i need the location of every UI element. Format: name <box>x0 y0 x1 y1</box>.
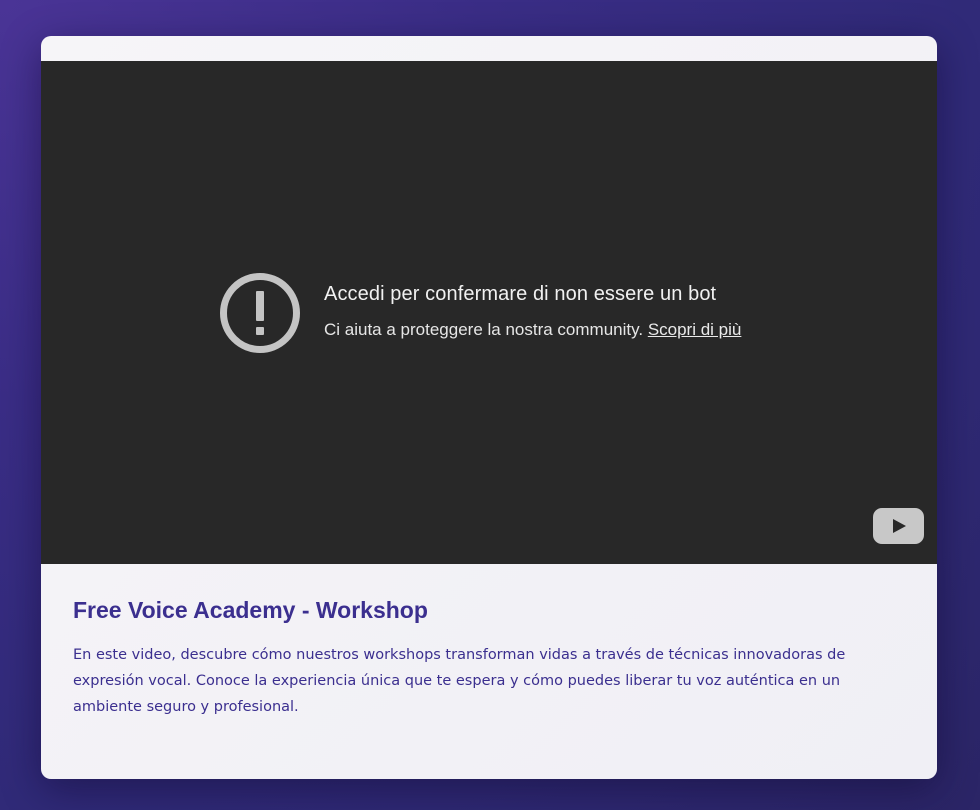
error-message-line: Ci aiuta a proteggere la nostra communit… <box>324 320 741 340</box>
video-title: Free Voice Academy - Workshop <box>73 597 428 623</box>
error-message: Ci aiuta a proteggere la nostra communit… <box>324 320 644 339</box>
embedded-video-player[interactable]: Accedi per confermare di non essere un b… <box>41 61 937 564</box>
error-title: Accedi per confermare di non essere un b… <box>324 283 717 305</box>
bot-check-message: Accedi per confermare di non essere un b… <box>219 272 741 354</box>
learn-more-link[interactable]: Scopri di più <box>648 320 742 339</box>
video-info: Free Voice Academy - Workshop En este vi… <box>73 597 873 720</box>
youtube-logo-icon[interactable] <box>873 508 924 544</box>
video-card: Accedi per confermare di non essere un b… <box>41 36 937 779</box>
exclamation-circle-icon <box>220 273 300 353</box>
video-description: En este video, descubre cómo nuestros wo… <box>73 647 846 715</box>
